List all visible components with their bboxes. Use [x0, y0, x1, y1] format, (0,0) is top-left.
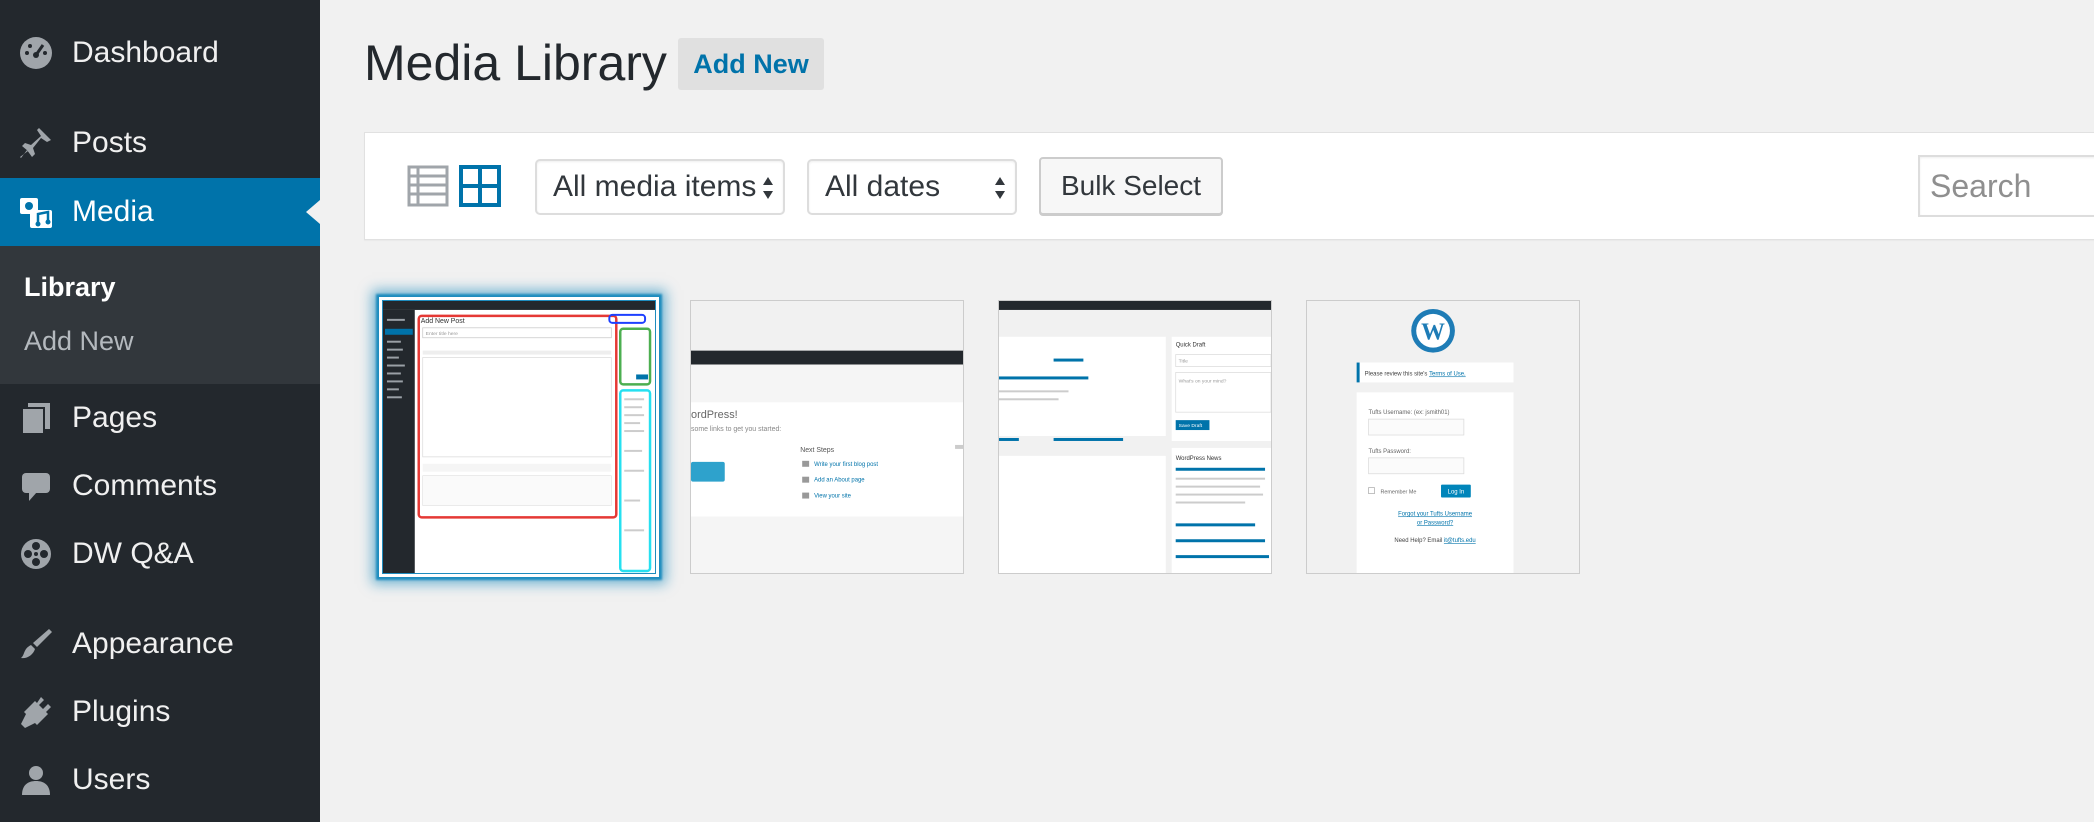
select-arrows-icon: [763, 177, 773, 199]
dashboard-icon: [18, 35, 54, 71]
sidebar-item-plugins[interactable]: Plugins: [0, 681, 320, 743]
thumb-username-label: Tufts Username: (ex: jsmith01): [1369, 410, 1450, 416]
attachment-thumbnail[interactable]: Quick Draft Title What's on your mind? S…: [998, 300, 1272, 574]
sidebar-item-media[interactable]: Media: [0, 178, 320, 246]
svg-text:Need Help? Email it@tufts.edu: Need Help? Email it@tufts.edu: [1394, 538, 1475, 544]
thumb-password-label: Tufts Password:: [1369, 449, 1412, 455]
thumb-next-steps: Next Steps: [800, 447, 834, 454]
thumb-title-placeholder: Title: [1179, 359, 1188, 365]
page-title: Media Library: [364, 35, 667, 91]
welcome-thumbnail: ordPress! some links to get you started:…: [691, 301, 963, 573]
sidebar-item-users[interactable]: Users: [0, 749, 320, 811]
svg-text:Please review this site's Term: Please review this site's Terms of Use.: [1365, 371, 1466, 377]
admin-sidebar: Dashboard Posts Media Library Add New Pa…: [0, 0, 320, 822]
film-reel-icon: [18, 536, 54, 572]
attachment-thumbnail[interactable]: W Please review this site's Terms of Use…: [1306, 300, 1580, 574]
media-toolbar: All media items All dates Bulk Select: [364, 132, 2094, 240]
wordpress-logo-icon: W: [1421, 320, 1445, 346]
attachment-thumbnail[interactable]: Add New Post Enter title here: [382, 300, 656, 574]
sidebar-item-label: Plugins: [72, 695, 171, 728]
thumb-help-text: Need Help? Email: [1394, 538, 1442, 544]
sidebar-item-label: Pages: [72, 401, 158, 434]
submenu-item-add-new[interactable]: Add New: [24, 326, 134, 357]
media-submenu: Library Add New: [0, 246, 320, 384]
pin-icon: [18, 125, 54, 161]
date-filter-value: All dates: [825, 170, 941, 203]
select-arrows-icon: [995, 177, 1005, 199]
comment-icon: [18, 468, 54, 504]
thumb-save-draft: Save Draft: [1179, 423, 1203, 429]
add-new-button[interactable]: Add New: [678, 38, 824, 90]
thumb-content-placeholder: What's on your mind?: [1179, 378, 1227, 384]
attachment-thumbnail[interactable]: ordPress! some links to get you started:…: [690, 300, 964, 574]
media-type-filter-value: All media items: [553, 170, 757, 203]
search-input[interactable]: [1918, 155, 2094, 217]
thumb-notice-text: Please review this site's: [1365, 371, 1428, 377]
sidebar-item-label: DW Q&A: [72, 537, 194, 570]
paintbrush-icon: [18, 626, 54, 662]
thumb-wordpress-news: WordPress News: [1176, 456, 1222, 462]
thumb-title-placeholder: Enter title here: [426, 331, 458, 337]
thumb-forgot-link: Forgot your Tufts Username: [1398, 511, 1473, 517]
sidebar-item-dashboard[interactable]: Dashboard: [0, 22, 320, 84]
submenu-item-library[interactable]: Library: [24, 272, 116, 303]
sidebar-item-posts[interactable]: Posts: [0, 112, 320, 174]
sidebar-item-label: Comments: [72, 469, 218, 502]
bulk-select-button[interactable]: Bulk Select: [1039, 157, 1223, 215]
thumb-welcome-heading: ordPress!: [691, 409, 738, 421]
media-icon: [18, 194, 54, 230]
sidebar-item-appearance[interactable]: Appearance: [0, 613, 320, 675]
pages-icon: [18, 400, 54, 436]
dashboard-thumbnail: Quick Draft Title What's on your mind? S…: [999, 301, 1271, 573]
sidebar-item-label: Dashboard: [72, 36, 219, 69]
sidebar-item-label: Media: [72, 195, 154, 228]
thumb-quick-draft: Quick Draft: [1176, 343, 1206, 349]
sidebar-item-pages[interactable]: Pages: [0, 387, 320, 449]
thumb-help-email: it@tufts.edu: [1444, 538, 1476, 544]
login-thumbnail: W Please review this site's Terms of Use…: [1307, 301, 1579, 573]
sidebar-item-dw-qa[interactable]: DW Q&A: [0, 523, 320, 585]
thumb-welcome-subtext: some links to get you started:: [691, 426, 781, 433]
thumb-heading: Add New Post: [421, 318, 465, 325]
plug-icon: [18, 694, 54, 730]
thumb-remember-me: Remember Me: [1380, 490, 1416, 496]
thumb-terms-link: Terms of Use.: [1429, 371, 1466, 377]
user-icon: [18, 762, 54, 798]
thumb-login-button: Log In: [1448, 490, 1465, 496]
thumb-forgot-link: or Password?: [1417, 520, 1454, 526]
thumb-link: Add an About page: [814, 478, 865, 484]
grid-view-icon[interactable]: [459, 165, 501, 207]
thumb-link: View your site: [814, 494, 852, 500]
post-editor-thumbnail: Add New Post Enter title here: [383, 301, 655, 573]
thumb-link: Write your first blog post: [814, 462, 878, 468]
sidebar-item-label: Appearance: [72, 627, 234, 660]
sidebar-item-label: Users: [72, 763, 151, 796]
list-view-icon[interactable]: [407, 165, 449, 207]
date-filter[interactable]: All dates: [807, 159, 1017, 215]
sidebar-item-comments[interactable]: Comments: [0, 455, 320, 517]
media-type-filter[interactable]: All media items: [535, 159, 785, 215]
sidebar-item-label: Posts: [72, 126, 148, 159]
